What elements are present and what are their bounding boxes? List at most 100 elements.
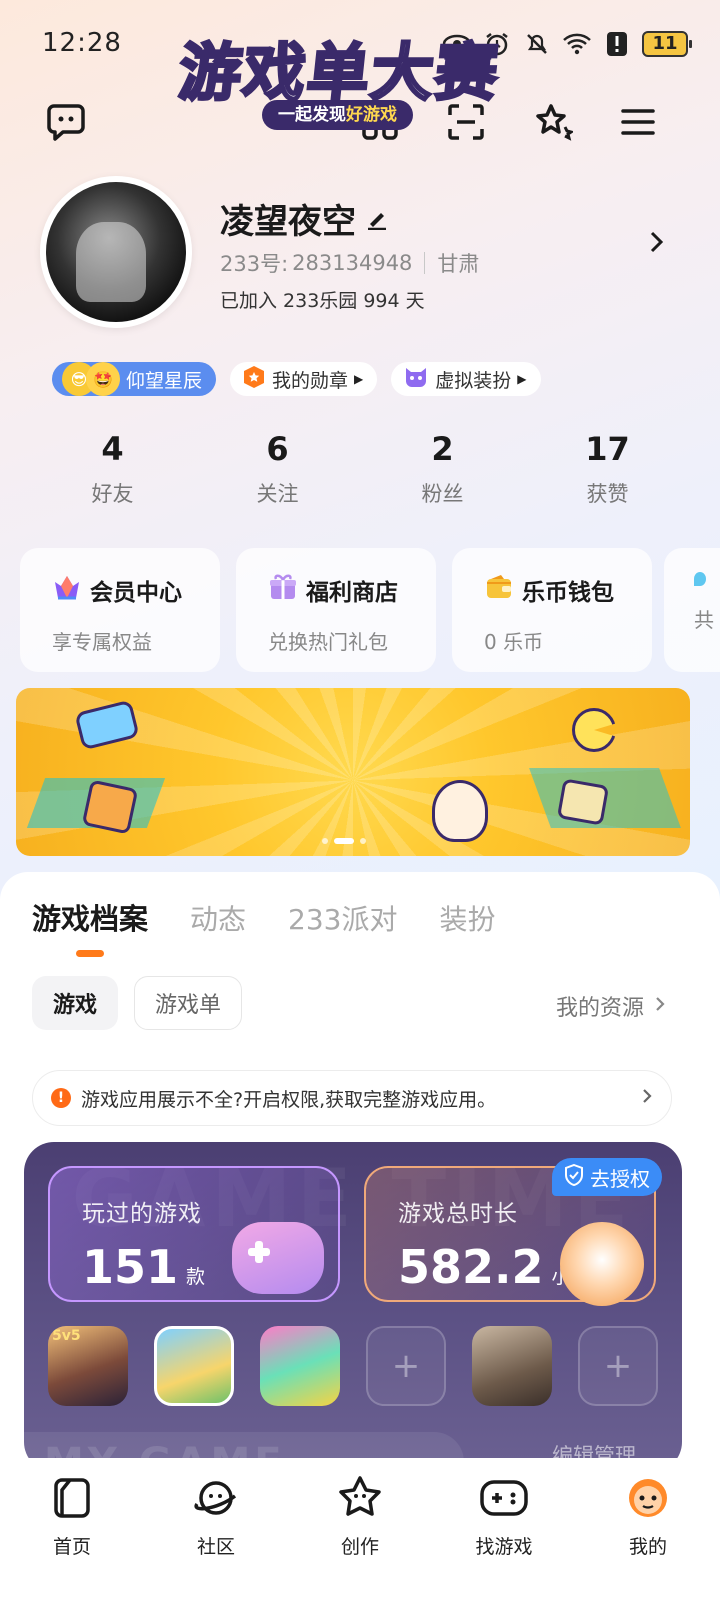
chevron-right-icon [654,994,666,1019]
banner-subtitle-prefix: 一起发现 [278,105,346,125]
message-icon[interactable] [42,98,90,146]
play-time-value: 582.2 [398,1240,544,1294]
user-id: 283134948 [292,251,413,275]
nav-label: 我的 [628,1536,667,1558]
page-dot [322,838,328,844]
nav-find-games[interactable]: 找游戏 [432,1472,576,1604]
caret-right-icon: ▶ [354,372,364,386]
game-icon-moba[interactable]: 5v5 [48,1326,128,1406]
user-id-label: 233号: [220,252,289,276]
tab-dressup[interactable]: 装扮 [439,898,495,938]
stat-value: 4 [101,430,124,468]
promo-banner[interactable] [16,688,690,856]
tab-moments[interactable]: 动态 [190,898,246,938]
cat-avatar-icon [403,365,429,394]
wallet-icon [484,572,514,608]
authorize-button[interactable]: 去授权 [552,1158,662,1196]
stat-value: 17 [585,430,630,468]
game-icon-runner[interactable] [260,1326,340,1406]
username[interactable]: 凌望夜空 [220,194,388,243]
chevron-right-icon[interactable] [644,228,668,260]
joined-days: 已加入 233乐园 994 天 [220,290,425,312]
played-games-unit: 款 [186,1266,206,1288]
card-subtitle: 0 乐币 [484,630,544,654]
badge-title[interactable]: 😎 🤩 仰望星辰 [52,362,217,396]
recent-games-row: 5v5 + + [48,1326,658,1406]
caret-right-icon: ▶ [517,372,527,386]
star-create-icon [334,1472,386,1524]
card-title: 乐币钱包 [522,580,614,606]
more-service-card[interactable]: 共 [664,548,720,672]
stats-row: 4 好友 6 关注 2 粉丝 17 获赞 [30,430,690,508]
avatar[interactable] [40,176,192,328]
stat-label: 粉丝 [421,482,464,506]
card-subtitle: 共 [694,608,714,632]
add-game-slot[interactable]: + [366,1326,446,1406]
vip-center-card[interactable]: 会员中心 享专属权益 [20,548,220,672]
stat-friends[interactable]: 4 好友 [30,430,195,508]
crown-gem-icon [52,572,82,608]
filter-game-lists[interactable]: 游戏单 [134,976,242,1030]
notice-text: 游戏应用展示不全?开启权限,获取完整游戏应用。 [81,1088,497,1111]
wifi-icon [562,29,592,59]
menu-icon[interactable] [614,98,662,146]
authorize-label: 去授权 [590,1166,650,1191]
home-icon [46,1472,98,1524]
profile-tabs: 游戏档案 动态 233派对 装扮 [32,896,496,938]
game-icon-world[interactable] [154,1326,234,1406]
alert-icon [602,29,632,59]
game-icon-shooter[interactable] [472,1326,552,1406]
my-medals-button[interactable]: 我的勋章 ▶ [230,362,378,396]
tab-233-party[interactable]: 233派对 [288,898,397,938]
tab-game-profile[interactable]: 游戏档案 [32,896,148,938]
nav-community[interactable]: 社区 [144,1472,288,1604]
my-resources-label: 我的资源 [556,996,645,1021]
planet-icon [190,1472,242,1524]
chevron-right-icon [641,1087,653,1110]
gift-icon [268,572,298,608]
stat-value: 6 [266,430,289,468]
nav-me[interactable]: 我的 [576,1472,720,1604]
status-time: 12:28 [42,28,122,58]
gamepad-icon [232,1222,324,1294]
card-title: 福利商店 [306,580,398,606]
add-game-slot[interactable]: + [578,1326,658,1406]
nav-label: 社区 [196,1536,235,1558]
mascot-icon [432,780,488,842]
filter-games[interactable]: 游戏 [32,976,118,1030]
edit-icon[interactable] [366,199,388,239]
card-subtitle: 享专属权益 [52,630,152,654]
stopwatch-icon [560,1222,644,1306]
battery-icon: 11 [642,31,692,57]
play-time-label: 游戏总时长 [398,1201,518,1227]
nav-label: 首页 [52,1536,91,1558]
banner-subtitle: 一起发现好游戏 [262,100,413,130]
permission-notice[interactable]: ! 游戏应用展示不全?开启权限,获取完整游戏应用。 [32,1070,672,1126]
question-block-icon [81,779,139,835]
my-resources-link[interactable]: 我的资源 [556,990,666,1022]
stat-fans[interactable]: 2 粉丝 [360,430,525,508]
nav-home[interactable]: 首页 [0,1472,144,1604]
stat-label: 关注 [256,482,299,506]
coin-wallet-card[interactable]: 乐币钱包 0 乐币 [452,548,652,672]
me-face-icon [622,1472,674,1524]
medal-icon [242,365,266,394]
nav-label: 找游戏 [475,1536,533,1558]
star-sparkle-icon[interactable] [528,98,576,146]
stat-following[interactable]: 6 关注 [195,430,360,508]
page-dot-active [334,838,354,844]
nav-label: 创作 [340,1536,379,1558]
warning-icon: ! [51,1088,71,1108]
card-title: 会员中心 [90,580,182,606]
card-subtitle: 兑换热门礼包 [268,630,388,654]
virtual-dressup-button[interactable]: 虚拟装扮 ▶ [391,362,541,396]
user-region: 甘肃 [437,252,480,276]
stat-value: 2 [431,430,454,468]
banner-title: 游戏单大赛 [174,35,505,111]
my-medals-label: 我的勋章 [272,369,349,392]
droplet-icon [694,572,706,586]
nav-create[interactable]: 创作 [288,1472,432,1604]
welfare-store-card[interactable]: 福利商店 兑换热门礼包 [236,548,436,672]
stat-likes[interactable]: 17 获赞 [525,430,690,508]
stat-label: 获赞 [586,482,629,506]
